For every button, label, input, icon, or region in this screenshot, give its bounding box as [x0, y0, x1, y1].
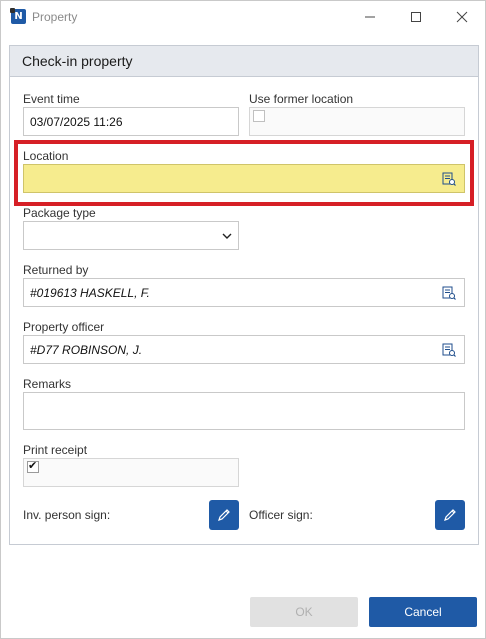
panel-header: Check-in property: [10, 46, 478, 77]
chevron-down-icon: [222, 233, 232, 239]
print-receipt-checkbox[interactable]: ✔: [27, 460, 39, 473]
print-receipt-box: ✔: [23, 458, 239, 487]
panel-title: Check-in property: [22, 53, 133, 69]
ok-button[interactable]: OK: [250, 597, 358, 627]
property-officer-label: Property officer: [23, 320, 105, 334]
officer-sign-button[interactable]: [435, 500, 465, 530]
minimize-button[interactable]: [347, 1, 393, 33]
event-time-label: Event time: [23, 92, 80, 106]
print-receipt-label: Print receipt: [23, 443, 88, 457]
cancel-button[interactable]: Cancel: [369, 597, 477, 627]
title-bar[interactable]: N Property: [1, 1, 485, 33]
package-type-label: Package type: [23, 206, 96, 220]
inv-person-sign-button[interactable]: [209, 500, 239, 530]
returned-by-label: Returned by: [23, 263, 89, 277]
lookup-icon[interactable]: [442, 286, 456, 300]
checkmark-icon: ✔: [28, 460, 38, 472]
event-time-field[interactable]: 03/07/2025 11:26: [23, 107, 239, 136]
pencil-icon: [218, 509, 230, 521]
remarks-label: Remarks: [23, 377, 72, 391]
use-former-location-box: [249, 107, 465, 136]
location-field[interactable]: [23, 164, 465, 193]
inv-person-sign-label: Inv. person sign:: [23, 508, 111, 522]
app-icon: N: [10, 8, 26, 24]
property-window: N Property Check-in property Event time …: [0, 0, 486, 639]
package-type-select[interactable]: [23, 221, 239, 250]
location-label: Location: [23, 149, 69, 163]
returned-by-field[interactable]: #019613 HASKELL, F.: [23, 278, 465, 307]
lookup-icon[interactable]: [442, 343, 456, 357]
property-officer-value: #D77 ROBINSON, J.: [30, 343, 143, 357]
remarks-field[interactable]: [23, 392, 465, 430]
close-button[interactable]: [439, 1, 485, 33]
event-time-value: 03/07/2025 11:26: [30, 115, 123, 129]
minimize-icon: [365, 16, 375, 18]
use-former-location-checkbox[interactable]: [253, 110, 265, 122]
lookup-icon[interactable]: [442, 172, 456, 186]
maximize-button[interactable]: [393, 1, 439, 33]
returned-by-value: #019613 HASKELL, F.: [30, 286, 150, 300]
window-title: Property: [32, 10, 78, 24]
use-former-location-label: Use former location: [249, 92, 354, 106]
close-icon: [456, 11, 468, 23]
maximize-icon: [411, 12, 421, 22]
pencil-icon: [444, 509, 456, 521]
officer-sign-label: Officer sign:: [249, 508, 313, 522]
property-officer-field[interactable]: #D77 ROBINSON, J.: [23, 335, 465, 364]
